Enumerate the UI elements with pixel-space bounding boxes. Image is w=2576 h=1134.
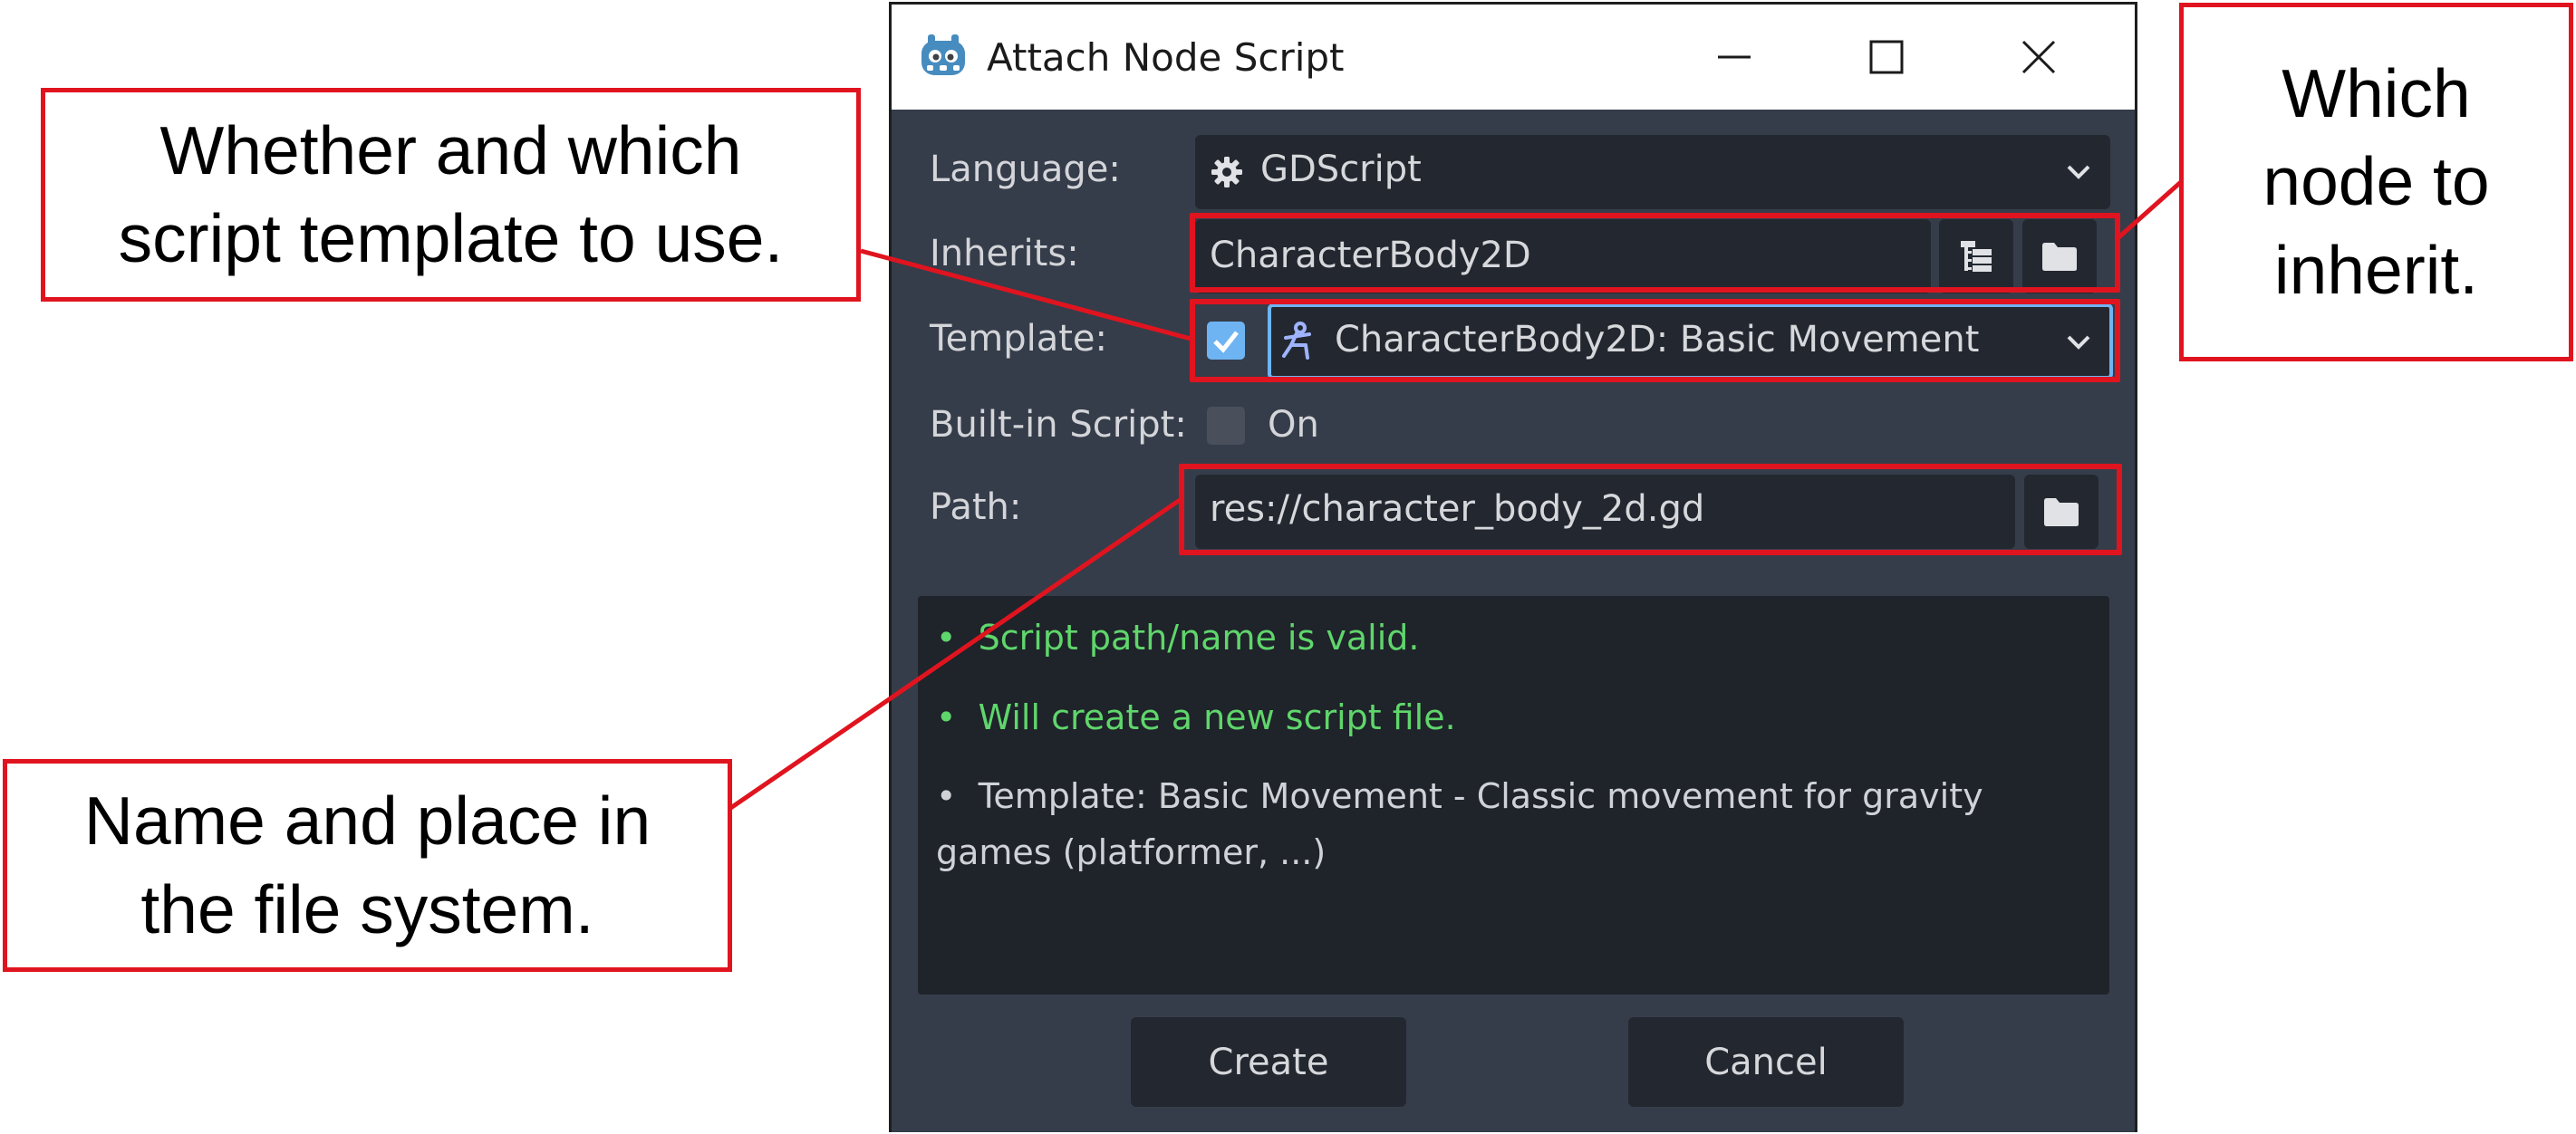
template-connector-line: [860, 248, 1195, 342]
path-callout: Name and place in the file system.: [3, 759, 732, 972]
template-callout: Whether and which script template to use.: [41, 88, 861, 302]
inherit-connector-line: [2114, 179, 2184, 242]
path-connector-line: [728, 495, 1184, 812]
inherit-callout: Which node to inherit.: [2179, 3, 2573, 361]
